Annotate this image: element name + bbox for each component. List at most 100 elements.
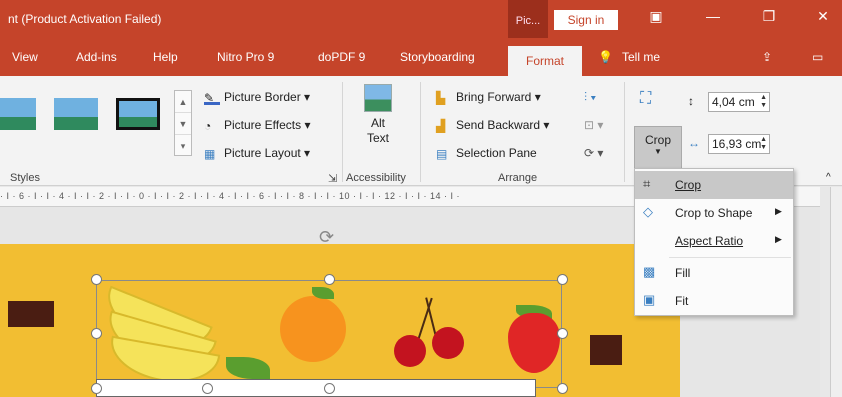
slide-dark-rectangle-right — [590, 335, 622, 365]
send-backward-label: Send Backward — [456, 118, 541, 132]
rotate-objects-icon[interactable]: ⟳ ▾ — [584, 146, 603, 160]
picture-selection-box[interactable] — [96, 280, 562, 388]
crop-dropdown-arrow-icon: ▼ — [654, 147, 662, 156]
bring-forward-icon: ▙ — [436, 90, 446, 105]
tab-tell-me[interactable]: Tell me — [622, 50, 660, 64]
tab-nitro-pro[interactable]: Nitro Pro 9 — [217, 50, 274, 64]
close-icon[interactable]: ✕ — [808, 8, 838, 25]
resize-handle-top-right[interactable] — [557, 274, 568, 285]
collapse-ribbon-icon[interactable]: ^ — [826, 172, 831, 183]
shape-width-icon: ↔ — [688, 136, 700, 150]
styles-group-label: Styles — [10, 172, 40, 184]
selection-pane-button[interactable]: ▤ Selection Pane — [436, 146, 537, 161]
pen-icon: ✎ — [204, 91, 220, 105]
send-backward-button[interactable]: ▟ Send Backward ▾ — [436, 118, 549, 133]
effects-icon: ◔ — [204, 118, 212, 133]
comments-icon[interactable]: ▭ — [812, 50, 823, 64]
textbox-handle[interactable] — [324, 383, 335, 394]
resize-handle-bottom-right[interactable] — [557, 383, 568, 394]
resize-handle-middle-right[interactable] — [557, 328, 568, 339]
tab-format[interactable]: Format — [508, 46, 582, 76]
window-title: nt (Product Activation Failed) — [8, 12, 162, 26]
group-divider — [624, 82, 625, 182]
shape-height-icon: ↕ — [688, 94, 694, 108]
menu-item-crop-to-shape-label: Crop to Shape — [675, 206, 753, 220]
slide-dark-rectangle-left — [8, 301, 54, 327]
picture-layout-button[interactable]: ▦ Picture Layout ▾ — [204, 146, 310, 161]
menu-item-aspect-ratio-label: Aspect Ratio — [675, 234, 744, 248]
menu-item-crop-label: Crop — [675, 178, 702, 192]
group-divider — [342, 82, 343, 182]
picture-border-label: Picture Border — [224, 90, 301, 104]
menu-item-fit[interactable]: ▣ Fit — [635, 287, 793, 315]
menu-item-aspect-ratio[interactable]: Aspect Ratio ▶ — [635, 227, 793, 255]
crop-to-shape-icon: ◇ — [643, 204, 653, 219]
gallery-up-icon[interactable]: ▲ — [175, 91, 191, 113]
restore-icon[interactable]: ❐ — [754, 8, 784, 25]
ribbon-display-options-icon[interactable]: ▣ — [641, 8, 671, 25]
resize-handle-top-middle[interactable] — [324, 274, 335, 285]
picture-layout-label: Picture Layout — [224, 146, 301, 160]
bring-forward-button[interactable]: ▙ Bring Forward ▾ — [436, 90, 541, 105]
gallery-down-icon[interactable]: ▼ — [175, 113, 191, 135]
menu-item-fill-label: Fill — [675, 266, 691, 280]
selection-pane-icon: ▤ — [436, 146, 448, 161]
tab-dopdf[interactable]: doPDF 9 — [318, 50, 365, 64]
tab-help[interactable]: Help — [153, 50, 178, 64]
title-bar: nt (Product Activation Failed) Pic... Si… — [0, 0, 842, 38]
vertical-scrollbar[interactable] — [830, 187, 842, 397]
crop-button-label: Crop — [644, 133, 671, 147]
picture-border-button[interactable]: ✎ Picture Border ▾ — [204, 90, 310, 105]
group-objects-icon[interactable]: ⊡ ▾ — [584, 118, 603, 132]
textbox-handle-left[interactable] — [91, 383, 102, 394]
styles-gallery-scroller[interactable]: ▲ ▼ ▾ — [174, 90, 192, 156]
sign-in-button[interactable]: Sign in — [554, 10, 618, 30]
crop-icon: ⌗ — [643, 176, 651, 191]
selection-pane-label: Selection Pane — [456, 146, 537, 160]
rotate-handle-icon[interactable]: ⟳ — [319, 227, 334, 248]
submenu-arrow-icon: ▶ — [775, 206, 782, 216]
alt-text-label-line2: Text — [366, 131, 389, 145]
resize-handle-middle-left[interactable] — [91, 328, 102, 339]
tab-add-ins[interactable]: Add-ins — [76, 50, 117, 64]
fill-icon: ▩ — [643, 264, 656, 279]
slide-text-box[interactable] — [96, 379, 536, 397]
picture-tools-context-tab[interactable]: Pic... — [508, 0, 548, 38]
tab-view[interactable]: View — [12, 50, 38, 64]
shape-height-value: 4,04 cm — [712, 95, 755, 109]
gallery-more-icon[interactable]: ▾ — [175, 135, 191, 157]
crop-dropdown-menu: ⌗ Crop ◇ Crop to Shape ▶ Aspect Ratio ▶ … — [634, 168, 794, 316]
menu-item-crop-to-shape[interactable]: ◇ Crop to Shape ▶ — [635, 199, 793, 227]
layout-icon: ▦ — [204, 146, 216, 161]
submenu-arrow-icon: ▶ — [775, 234, 782, 244]
picture-effects-button[interactable]: ◔ Picture Effects ▾ — [204, 118, 311, 133]
width-spinner-icon[interactable]: ▲ ▼ — [760, 136, 767, 152]
alt-text-icon — [364, 84, 392, 112]
tab-storyboarding[interactable]: Storyboarding — [400, 50, 475, 64]
accessibility-group-label: Accessibility — [346, 172, 406, 184]
menu-item-fit-label: Fit — [675, 294, 689, 308]
shape-height-input[interactable]: 4,04 cm ▲ ▼ — [708, 92, 770, 112]
alt-text-button[interactable]: Alt Text — [355, 82, 401, 146]
picture-style-thumb-1[interactable] — [0, 98, 36, 130]
shape-width-value: 16,93 cm — [712, 137, 762, 151]
ribbon-tab-bar: View Add-ins Help Nitro Pro 9 doPDF 9 St… — [0, 38, 842, 76]
textbox-handle[interactable] — [202, 383, 213, 394]
shape-width-input[interactable]: 16,93 cm ▲ ▼ — [708, 134, 770, 154]
picture-style-thumb-2[interactable] — [54, 98, 98, 130]
menu-item-fill[interactable]: ▩ Fill — [635, 259, 793, 287]
align-icon[interactable]: ⫶ ▾ — [584, 90, 596, 105]
bring-forward-label: Bring Forward — [456, 90, 532, 104]
menu-item-crop[interactable]: ⌗ Crop — [635, 171, 793, 199]
minimize-icon[interactable]: — — [698, 8, 728, 24]
picture-effects-label: Picture Effects — [224, 118, 302, 132]
picture-style-thumb-3[interactable] — [116, 98, 160, 130]
styles-dialog-launcher-icon[interactable]: ⇲ — [328, 172, 337, 185]
share-icon[interactable]: ⇪ — [762, 50, 772, 64]
height-spinner-icon[interactable]: ▲ ▼ — [760, 94, 767, 110]
crop-button[interactable]: Crop ▼ — [634, 126, 682, 174]
menu-separator — [669, 257, 791, 258]
lightbulb-icon[interactable]: 💡 — [598, 50, 613, 64]
resize-handle-top-left[interactable] — [91, 274, 102, 285]
fit-icon: ▣ — [643, 292, 656, 307]
